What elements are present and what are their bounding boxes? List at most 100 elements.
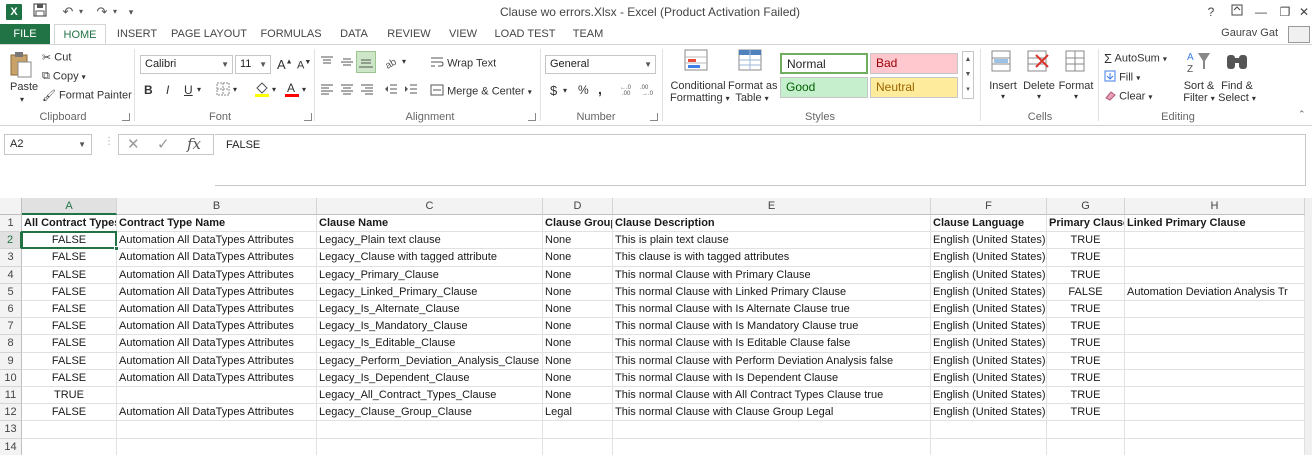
cut-button[interactable]: ✂ Cut [42, 51, 71, 64]
close-icon[interactable]: ✕ [1296, 3, 1312, 21]
style-normal[interactable]: Normal [780, 53, 868, 74]
tab-home[interactable]: HOME [54, 24, 106, 44]
table-cell[interactable]: English (United States) [931, 301, 1047, 319]
row-header[interactable]: 1 [0, 215, 22, 233]
copy-button[interactable]: ⧉ Copy ▾ [42, 70, 86, 83]
orientation-icon[interactable]: ab [383, 55, 402, 72]
column-header-a[interactable]: A [22, 198, 117, 215]
column-header-e[interactable]: E [613, 198, 931, 215]
alignment-launcher-icon[interactable] [528, 113, 536, 121]
table-cell[interactable]: TRUE [1047, 232, 1125, 250]
align-center-icon[interactable] [340, 83, 354, 98]
table-cell[interactable] [931, 421, 1047, 439]
table-cell[interactable]: English (United States) [931, 387, 1047, 405]
table-cell[interactable]: English (United States) [931, 335, 1047, 353]
table-cell[interactable]: This clause is with tagged attributes [613, 249, 931, 267]
tab-data[interactable]: DATA [332, 24, 376, 44]
table-cell[interactable]: None [543, 283, 613, 301]
table-cell[interactable] [117, 438, 317, 455]
clear-button[interactable]: Clear ▾ [1104, 89, 1152, 104]
table-cell[interactable] [543, 421, 613, 439]
table-cell[interactable]: Automation All DataTypes Attributes [117, 318, 317, 336]
table-cell[interactable]: TRUE [1047, 318, 1125, 336]
table-cell[interactable]: Legacy_Linked_Primary_Clause [317, 283, 543, 301]
table-cell[interactable]: English (United States) [931, 283, 1047, 301]
tab-team[interactable]: TEAM [566, 24, 610, 44]
conditional-formatting-icon[interactable] [684, 49, 710, 76]
conditional-formatting-button[interactable]: Conditional Formatting ▾ [670, 80, 730, 104]
name-box[interactable]: A2 ▼ [4, 134, 92, 155]
tab-file[interactable]: FILE [0, 24, 50, 44]
formula-input[interactable]: FALSE [215, 134, 1306, 186]
table-cell[interactable] [1125, 318, 1305, 336]
tab-insert[interactable]: INSERT [112, 24, 162, 44]
insert-cells-icon[interactable] [990, 49, 1014, 78]
table-cell[interactable] [317, 438, 543, 455]
header-cell[interactable]: Clause Group [543, 215, 613, 233]
table-cell[interactable] [22, 438, 117, 455]
header-cell[interactable]: Clause Description [613, 215, 931, 233]
table-cell[interactable]: TRUE [1047, 249, 1125, 267]
underline-button[interactable]: U [184, 83, 193, 97]
restore-icon[interactable]: ❐ [1274, 3, 1296, 21]
decrease-indent-icon[interactable] [384, 83, 398, 98]
row-header[interactable]: 4 [0, 266, 22, 284]
row-header[interactable]: 11 [0, 387, 22, 405]
row-header[interactable]: 13 [0, 421, 22, 439]
format-cells-icon[interactable] [1064, 49, 1088, 78]
currency-dropdown-icon[interactable]: ▾ [563, 86, 567, 95]
user-name[interactable]: Gaurav Gat [1221, 27, 1278, 39]
table-cell[interactable] [1047, 421, 1125, 439]
vertical-scrollbar[interactable] [1304, 198, 1312, 455]
table-cell[interactable]: Automation Deviation Analysis Tr [1125, 283, 1305, 301]
tab-page-layout[interactable]: PAGE LAYOUT [168, 24, 250, 44]
table-cell[interactable]: English (United States) [931, 266, 1047, 284]
fill-color-button[interactable] [254, 81, 270, 100]
table-cell[interactable]: Legacy_Is_Alternate_Clause [317, 301, 543, 319]
table-cell[interactable]: English (United States) [931, 369, 1047, 387]
table-cell[interactable]: FALSE [22, 369, 117, 387]
table-cell[interactable]: This normal Clause with All Contract Typ… [613, 387, 931, 405]
table-cell[interactable]: TRUE [1047, 266, 1125, 284]
table-cell[interactable]: This is plain text clause [613, 232, 931, 250]
paste-icon[interactable] [9, 51, 33, 82]
table-cell[interactable]: FALSE [22, 232, 117, 250]
binoculars-icon[interactable] [1224, 49, 1250, 78]
row-header[interactable]: 5 [0, 283, 22, 301]
column-header-g[interactable]: G [1047, 198, 1125, 215]
insert-function-icon[interactable]: fx [187, 135, 201, 154]
select-all-corner[interactable] [0, 198, 22, 215]
style-good[interactable]: Good [780, 77, 868, 98]
table-cell[interactable] [613, 438, 931, 455]
table-cell[interactable] [543, 438, 613, 455]
table-cell[interactable] [1125, 249, 1305, 267]
table-cell[interactable] [117, 421, 317, 439]
borders-dropdown-icon[interactable]: ▾ [233, 85, 237, 94]
table-cell[interactable] [22, 421, 117, 439]
style-bad[interactable]: Bad [870, 53, 958, 74]
styles-gallery-scroll[interactable]: ▲ ▼ ▾ [962, 51, 974, 99]
table-cell[interactable]: English (United States) [931, 232, 1047, 250]
table-cell[interactable]: Legacy_All_Contract_Types_Clause [317, 387, 543, 405]
merge-center-button[interactable]: Merge & Center ▾ [430, 84, 532, 99]
table-cell[interactable]: This normal Clause with Linked Primary C… [613, 283, 931, 301]
orientation-dropdown-icon[interactable]: ▾ [402, 57, 406, 66]
underline-dropdown-icon[interactable]: ▾ [197, 85, 201, 94]
undo-dropdown-icon[interactable]: ▾ [76, 3, 86, 21]
grow-font-button[interactable]: A▲ [277, 57, 293, 72]
table-cell[interactable]: Legacy_Clause with tagged attribute [317, 249, 543, 267]
customize-qat-icon[interactable]: ▾ [124, 3, 138, 21]
column-header-f[interactable]: F [931, 198, 1047, 215]
table-cell[interactable]: Automation All DataTypes Attributes [117, 301, 317, 319]
table-cell[interactable]: FALSE [22, 335, 117, 353]
table-cell[interactable] [1125, 352, 1305, 370]
font-size-combo[interactable]: 11 ▼ [235, 55, 271, 74]
format-cells-button[interactable]: Format ▾ [1058, 80, 1094, 101]
tab-view[interactable]: VIEW [442, 24, 484, 44]
table-cell[interactable]: None [543, 266, 613, 284]
row-header[interactable]: 2 [0, 232, 22, 250]
row-header[interactable]: 9 [0, 352, 22, 370]
delete-cells-button[interactable]: Delete ▾ [1022, 80, 1056, 101]
fill-handle[interactable] [114, 246, 119, 252]
table-cell[interactable] [1125, 421, 1305, 439]
